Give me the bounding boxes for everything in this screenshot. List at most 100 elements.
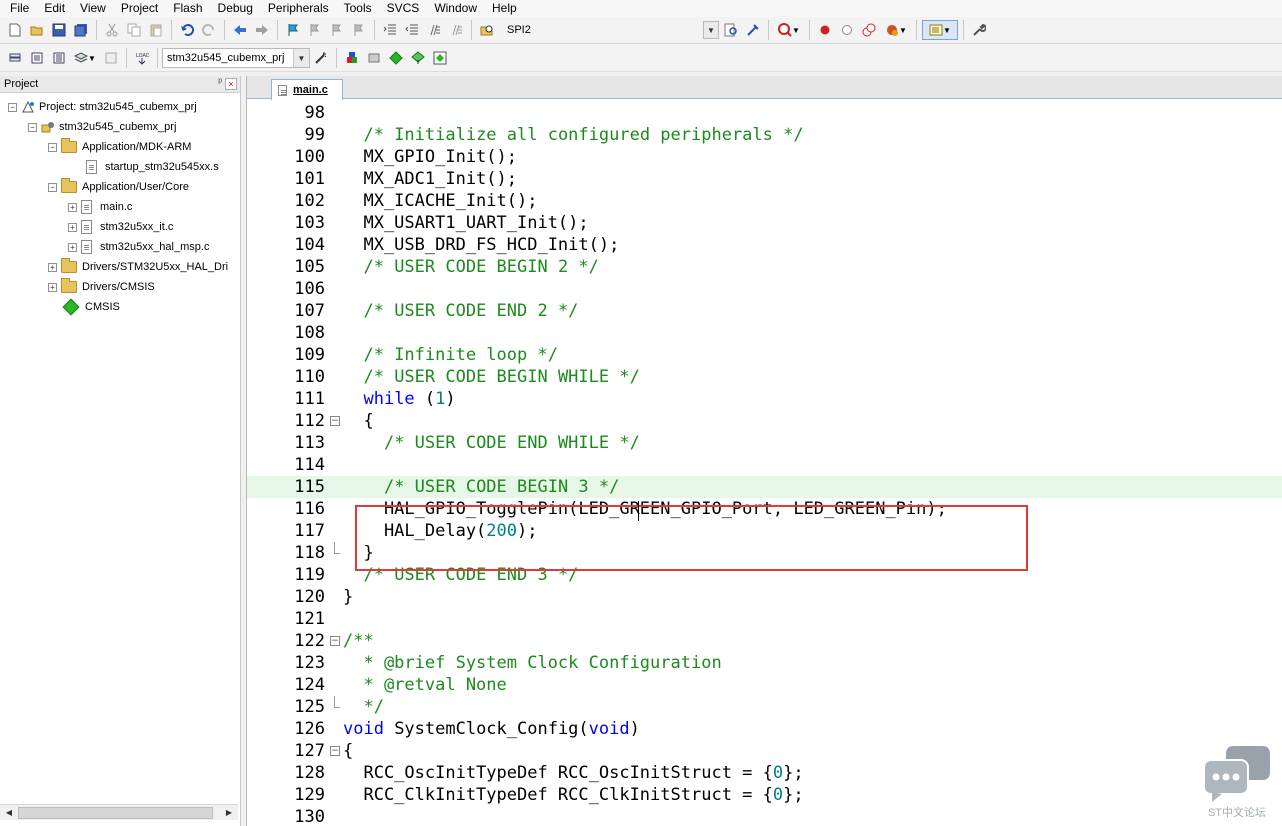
find-in-files-button[interactable] (477, 20, 497, 40)
code-line[interactable]: 122−/** (247, 630, 1282, 652)
next-bookmark-button[interactable] (327, 20, 347, 40)
tree-group[interactable]: − Application/MDK-ARM (0, 137, 238, 157)
redo-button[interactable] (199, 20, 219, 40)
code-line[interactable]: 128 RCC_OscInitTypeDef RCC_OscInitStruct… (247, 762, 1282, 784)
chevron-down-icon[interactable]: ▼ (703, 21, 719, 39)
menu-project[interactable]: Project (113, 1, 165, 16)
indent-button[interactable] (380, 20, 400, 40)
expand-icon[interactable]: + (68, 222, 77, 232)
manage-rte-button[interactable] (386, 48, 406, 68)
navigate-back-button[interactable] (230, 20, 250, 40)
menu-flash[interactable]: Flash (165, 1, 209, 16)
code-line[interactable]: 108 (247, 322, 1282, 344)
insert-breakpoint-button[interactable] (815, 20, 835, 40)
tree-file[interactable]: + stm32u5xx_it.c (0, 217, 238, 237)
fold-collapse-icon[interactable]: − (330, 416, 340, 426)
code-line[interactable]: 109 /* Infinite loop */ (247, 344, 1282, 366)
select-packs-button[interactable] (364, 48, 384, 68)
download-button[interactable]: LOAD (132, 48, 152, 68)
code-line[interactable]: 113 /* USER CODE END WHILE */ (247, 432, 1282, 454)
code-line[interactable]: 114 (247, 454, 1282, 476)
manage-project-items-button[interactable] (342, 48, 362, 68)
code-line[interactable]: 107 /* USER CODE END 2 */ (247, 300, 1282, 322)
expand-icon[interactable]: + (68, 242, 77, 252)
enable-breakpoint-button[interactable] (837, 20, 857, 40)
configure-button[interactable] (969, 20, 989, 40)
scrollbar-thumb[interactable] (18, 807, 213, 819)
translate-button[interactable] (5, 48, 25, 68)
code-line[interactable]: 112− { (247, 410, 1282, 432)
software-packs-button[interactable] (430, 48, 450, 68)
code-line[interactable]: 104 MX_USB_DRD_FS_HCD_Init(); (247, 234, 1282, 256)
code-line[interactable]: 115 /* USER CODE BEGIN 3 */ (247, 476, 1282, 498)
code-line[interactable]: 123 * @brief System Clock Configuration (247, 652, 1282, 674)
kill-all-breakpoints-button[interactable]: ▼ (881, 20, 911, 40)
code-line[interactable]: 110 /* USER CODE BEGIN WHILE */ (247, 366, 1282, 388)
paste-button[interactable] (146, 20, 166, 40)
code-line[interactable]: 103 MX_USART1_UART_Init(); (247, 212, 1282, 234)
uncomment-button[interactable] (446, 20, 466, 40)
save-all-button[interactable] (71, 20, 91, 40)
menu-tools[interactable]: Tools (336, 1, 379, 16)
rebuild-button[interactable] (49, 48, 69, 68)
code-line[interactable]: 105 /* USER CODE BEGIN 2 */ (247, 256, 1282, 278)
code-line[interactable]: 101 MX_ADC1_Init(); (247, 168, 1282, 190)
stop-build-button[interactable] (101, 48, 121, 68)
expand-icon[interactable]: + (68, 202, 77, 212)
copy-button[interactable] (124, 20, 144, 40)
code-line[interactable]: 121 (247, 608, 1282, 630)
collapse-icon[interactable]: − (8, 102, 17, 112)
find-combo[interactable]: SPI2 ▼ (502, 20, 720, 40)
code-line[interactable]: 111 while (1) (247, 388, 1282, 410)
tree-group[interactable]: + Drivers/CMSIS (0, 277, 238, 297)
code-line[interactable]: 106 (247, 278, 1282, 300)
scroll-right-icon[interactable]: ▶ (222, 806, 236, 820)
tree-group[interactable]: − Application/User/Core (0, 177, 238, 197)
menu-debug[interactable]: Debug (210, 1, 260, 16)
menu-peripherals[interactable]: Peripherals (260, 1, 336, 16)
incremental-find-button[interactable] (743, 20, 763, 40)
options-for-target-button[interactable] (311, 48, 331, 68)
insert-bookmark-button[interactable] (283, 20, 303, 40)
open-file-button[interactable] (27, 20, 47, 40)
collapse-icon[interactable]: − (48, 182, 57, 192)
horizontal-scrollbar[interactable]: ◀ ▶ (0, 804, 238, 820)
code-line[interactable]: 130 (247, 806, 1282, 826)
find-button[interactable] (721, 20, 741, 40)
menu-help[interactable]: Help (484, 1, 524, 16)
debug-session-button[interactable]: ▼ (774, 20, 804, 40)
scroll-left-icon[interactable]: ◀ (2, 806, 16, 820)
disable-all-breakpoints-button[interactable] (859, 20, 879, 40)
code-line[interactable]: 100 MX_GPIO_Init(); (247, 146, 1282, 168)
clear-bookmarks-button[interactable] (349, 20, 369, 40)
code-line[interactable]: 127−{ (247, 740, 1282, 762)
menu-view[interactable]: View (72, 1, 113, 16)
previous-bookmark-button[interactable] (305, 20, 325, 40)
pack-installer-button[interactable] (408, 48, 428, 68)
unindent-button[interactable] (402, 20, 422, 40)
code-line[interactable]: 102 MX_ICACHE_Init(); (247, 190, 1282, 212)
tree-file[interactable]: + main.c (0, 197, 238, 217)
collapse-icon[interactable]: − (48, 142, 57, 152)
code-line[interactable]: 98 (247, 102, 1282, 124)
save-button[interactable] (49, 20, 69, 40)
batch-build-button[interactable]: ▼ (71, 48, 99, 68)
code-line[interactable]: 124 * @retval None (247, 674, 1282, 696)
fold-collapse-icon[interactable]: − (330, 636, 340, 646)
tree-component[interactable]: CMSIS (0, 297, 238, 317)
collapse-icon[interactable]: − (28, 122, 37, 132)
expand-icon[interactable]: + (48, 282, 57, 292)
comment-button[interactable] (424, 20, 444, 40)
tree-file[interactable]: + stm32u5xx_hal_msp.c (0, 237, 238, 257)
code-line[interactable]: 126 void SystemClock_Config(void) (247, 718, 1282, 740)
fold-collapse-icon[interactable]: − (330, 746, 340, 756)
tab-main-c[interactable]: main.c (271, 79, 343, 100)
menu-file[interactable]: File (2, 1, 36, 16)
navigate-forward-button[interactable] (252, 20, 272, 40)
code-editor[interactable]: 130 129 RCC_ClkInitTypeDef RCC_ClkInitStr… (247, 100, 1282, 826)
tree-file[interactable]: startup_stm32u545xx.s (0, 157, 238, 177)
window-layout-button[interactable]: ▼ (922, 20, 958, 40)
target-select[interactable]: stm32u545_cubemx_prj ▼ (162, 48, 310, 68)
menu-edit[interactable]: Edit (36, 1, 72, 16)
code-line[interactable]: 125 */ (247, 696, 1282, 718)
